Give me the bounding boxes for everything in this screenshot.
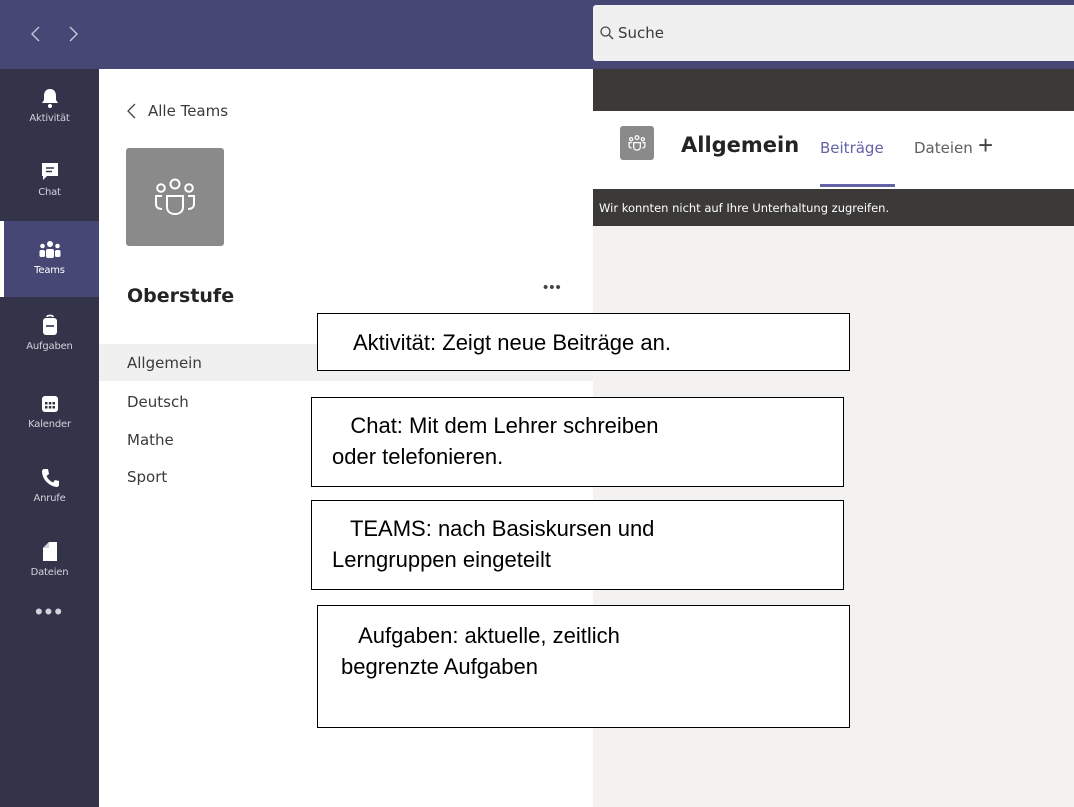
rail-item-files[interactable]: Dateien xyxy=(0,537,99,597)
rail-item-calendar[interactable]: Kalender xyxy=(0,389,99,449)
rail-item-activity[interactable]: Aktivität xyxy=(0,83,99,143)
calendar-icon xyxy=(41,396,58,412)
chat-icon xyxy=(41,163,58,180)
forward-arrow-button[interactable] xyxy=(66,24,80,44)
title-bar: Suche xyxy=(0,0,1074,69)
back-arrow-button[interactable] xyxy=(28,24,42,44)
annotation-line: Aktivität: Zeigt neue Beiträge an. xyxy=(342,330,671,355)
rail-item-label: Anrufe xyxy=(33,493,66,504)
annotation-chat: Chat: Mit dem Lehrer schreiben oder tele… xyxy=(311,397,844,487)
all-teams-link[interactable]: Alle Teams xyxy=(127,102,228,120)
team-more-options-button[interactable]: ••• xyxy=(543,279,562,296)
annotation-line: TEAMS: nach Basiskursen und xyxy=(332,516,655,541)
rail-item-assignments[interactable]: Aufgaben xyxy=(0,311,99,371)
team-avatar xyxy=(126,148,224,246)
annotation-teams: TEAMS: nach Basiskursen und Lerngruppen … xyxy=(311,500,844,590)
teams-icon xyxy=(39,241,60,258)
tab-posts[interactable]: Beiträge xyxy=(820,139,884,157)
annotation-line: oder telefonieren. xyxy=(332,444,504,469)
rail-item-label: Teams xyxy=(34,265,65,276)
annotation-line: Aufgaben: aktuelle, zeitlich xyxy=(341,623,620,648)
channel-team-avatar xyxy=(620,126,654,160)
add-tab-button[interactable]: + xyxy=(978,130,993,161)
active-tab-underline xyxy=(820,184,895,187)
chevron-left-icon xyxy=(127,103,136,119)
rail-item-teams[interactable]: Teams xyxy=(0,221,99,297)
all-teams-label: Alle Teams xyxy=(148,102,229,120)
rail-item-label: Aufgaben xyxy=(26,341,73,352)
search-icon xyxy=(600,26,614,40)
channel-title: Allgemein xyxy=(681,133,800,157)
bell-icon xyxy=(41,89,58,108)
channel-label: Sport xyxy=(127,467,168,486)
app-rail: Aktivität Chat Teams Aufgaben Kalender A… xyxy=(0,69,99,807)
team-name: Oberstufe xyxy=(127,285,235,307)
chevron-left-icon xyxy=(30,26,39,42)
rail-item-chat[interactable]: Chat xyxy=(0,157,99,217)
team-icon xyxy=(628,135,646,151)
rail-item-label: Chat xyxy=(38,187,61,198)
annotation-activity: Aktivität: Zeigt neue Beiträge an. xyxy=(317,313,850,371)
channel-header: Allgemein Beiträge Dateien + xyxy=(593,111,1074,189)
rail-item-calls[interactable]: Anrufe xyxy=(0,463,99,523)
channel-label: Allgemein xyxy=(127,353,202,372)
search-placeholder: Suche xyxy=(618,24,665,42)
annotation-line: begrenzte Aufgaben xyxy=(341,654,538,679)
rail-item-label: Dateien xyxy=(30,567,69,578)
assignments-icon xyxy=(42,314,57,335)
file-icon xyxy=(42,542,57,561)
tab-files[interactable]: Dateien xyxy=(914,139,973,157)
annotation-assignments: Aufgaben: aktuelle, zeitlich begrenzte A… xyxy=(317,605,850,728)
phone-icon xyxy=(41,469,59,487)
annotation-line: Chat: Mit dem Lehrer schreiben xyxy=(332,413,659,438)
channel-label: Mathe xyxy=(127,430,174,449)
rail-item-label: Kalender xyxy=(28,419,71,430)
more-apps-button[interactable]: ••• xyxy=(0,599,99,625)
chevron-right-icon xyxy=(69,26,78,42)
content-top-bar xyxy=(593,69,1074,111)
channel-label: Deutsch xyxy=(127,392,189,411)
active-indicator xyxy=(0,221,4,297)
annotation-line: Lerngruppen eingeteilt xyxy=(332,547,551,572)
team-icon xyxy=(155,178,195,216)
search-input[interactable]: Suche xyxy=(593,5,1074,61)
error-banner: Wir konnten nicht auf Ihre Unterhaltung … xyxy=(593,189,1074,226)
rail-item-label: Aktivität xyxy=(29,113,70,124)
history-nav xyxy=(28,24,80,44)
